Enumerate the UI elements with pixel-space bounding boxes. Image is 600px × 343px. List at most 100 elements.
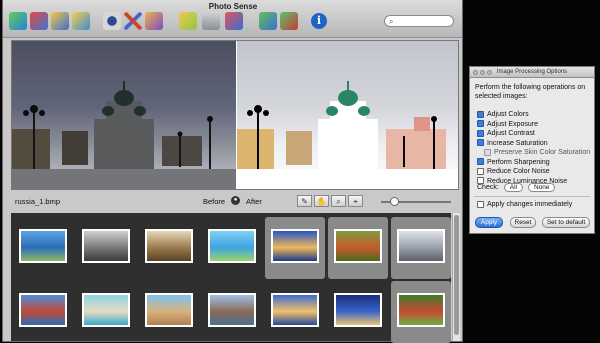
option-label: Increase Saturation — [487, 139, 548, 147]
hand-tool-icon[interactable]: ✋ — [314, 195, 329, 207]
zoom-slider-knob[interactable] — [390, 197, 399, 206]
thumbnail-cell[interactable] — [13, 217, 73, 279]
filters-icon[interactable] — [179, 12, 197, 30]
option-checkbox[interactable] — [477, 139, 484, 147]
thumbnail-cell[interactable] — [265, 281, 325, 343]
search-field[interactable]: ⌕ — [384, 15, 454, 27]
sync-icon[interactable] — [280, 12, 298, 30]
add-images-icon[interactable] — [9, 12, 27, 30]
image-filename: russia_1.bmp — [15, 197, 61, 206]
preview-icon[interactable] — [103, 12, 121, 30]
thumbnail-image[interactable] — [334, 293, 382, 327]
thumbnail-cell[interactable] — [202, 281, 262, 343]
thumbnail-browser[interactable] — [11, 213, 451, 343]
divider — [474, 196, 590, 197]
preview-status-bar: russia_1.bmp Before ● After ✎ ✋ ⌕ ⌖ — [11, 191, 459, 211]
thumbnail-image[interactable] — [145, 293, 193, 327]
check-label: Check: — [477, 184, 499, 191]
option-checkbox[interactable] — [477, 120, 484, 128]
thumbnail-image[interactable] — [271, 229, 319, 263]
thumbnail-image[interactable] — [397, 293, 445, 327]
option-row[interactable]: Perform Sharpening — [477, 158, 550, 167]
after-label: After — [246, 197, 262, 206]
option-checkbox[interactable] — [477, 110, 484, 118]
check-none-button[interactable]: None — [527, 183, 556, 192]
set-to-default-button[interactable]: Set to default — [542, 217, 590, 228]
pen-tool-icon[interactable]: ✎ — [297, 195, 312, 207]
option-row[interactable]: Preserve Skin Color Saturation — [484, 148, 590, 157]
thumbnail-image[interactable] — [82, 293, 130, 327]
option-checkbox[interactable] — [477, 167, 484, 175]
thumbnail-cell[interactable] — [13, 281, 73, 343]
thumbnail-image[interactable] — [82, 229, 130, 263]
thumbnail-image[interactable] — [208, 293, 256, 327]
thumbnail-image[interactable] — [145, 229, 193, 263]
thumbnail-image[interactable] — [397, 229, 445, 263]
options-intro: Perform the following operations on sele… — [475, 84, 586, 100]
scrollbar-thumb[interactable] — [454, 215, 459, 335]
option-checkbox[interactable] — [484, 148, 491, 156]
after-image — [236, 41, 458, 189]
thumbnail-cell[interactable] — [391, 217, 451, 279]
before-after-divider[interactable] — [236, 41, 237, 189]
option-checkbox[interactable] — [477, 129, 484, 137]
before-after-preview[interactable] — [11, 40, 459, 190]
thumbnail-image[interactable] — [19, 293, 67, 327]
options-title: Image Processing Options — [496, 69, 568, 75]
thumbnail-cell[interactable] — [328, 217, 388, 279]
options-titlebar: Image Processing Options — [470, 67, 594, 78]
check-all-button[interactable]: All — [503, 183, 523, 192]
before-label: Before — [203, 197, 226, 206]
crop-tool-icon[interactable]: ⌖ — [348, 195, 363, 207]
export-icon[interactable] — [225, 12, 243, 30]
info-icon[interactable]: i — [311, 13, 327, 29]
before-scene — [12, 81, 236, 189]
check-row: Check: All None — [477, 183, 556, 192]
option-label: Preserve Skin Color Saturation — [494, 149, 591, 156]
thumbnail-cell[interactable] — [139, 281, 199, 343]
thumbnail-cell[interactable] — [202, 217, 262, 279]
window-title: Photo Sense — [208, 2, 258, 11]
open-photos-icon[interactable] — [72, 12, 90, 30]
thumbnail-cell[interactable] — [76, 217, 136, 279]
thumbnail-image[interactable] — [271, 293, 319, 327]
option-row[interactable]: Adjust Colors — [477, 110, 529, 119]
adjustments-icon[interactable] — [202, 12, 220, 30]
batch-icon[interactable] — [30, 12, 48, 30]
apply-immediately-option[interactable]: Apply changes immediately — [477, 200, 572, 209]
option-label: Reduce Color Noise — [487, 168, 550, 175]
option-row[interactable]: Increase Saturation — [477, 139, 548, 148]
zoom-tool-icon[interactable]: ⌕ — [331, 195, 346, 207]
thumbnail-cell[interactable] — [76, 281, 136, 343]
thumbnail-cell[interactable] — [139, 217, 199, 279]
before-image — [12, 41, 236, 189]
reset-button[interactable]: Reset — [510, 217, 536, 228]
option-row[interactable]: Adjust Exposure — [477, 120, 538, 129]
option-label: Adjust Contrast — [487, 130, 535, 137]
option-row[interactable]: Reduce Color Noise — [477, 167, 550, 176]
after-scene — [236, 81, 458, 189]
thumbnail-image[interactable] — [208, 229, 256, 263]
lock-icon[interactable]: ● — [231, 196, 240, 205]
tools-icon[interactable] — [124, 12, 142, 30]
thumbnail-scrollbar[interactable] — [452, 213, 460, 341]
option-checkbox[interactable] — [477, 158, 484, 166]
apply-button[interactable]: Apply — [475, 217, 503, 228]
apply-immediately-checkbox[interactable] — [477, 200, 484, 208]
search-icon: ⌕ — [389, 17, 394, 26]
thumbnail-cell[interactable] — [328, 281, 388, 343]
thumbnail-cell[interactable] — [265, 217, 325, 279]
option-row[interactable]: Adjust Contrast — [477, 129, 535, 138]
toolbar: Photo Sense i ⌕ — [3, 0, 462, 38]
screen: Photo Sense i ⌕ russia_1.bmp Before ● Af… — [0, 0, 600, 343]
thumbnail-cell[interactable] — [391, 281, 451, 343]
share-icon[interactable] — [259, 12, 277, 30]
thumbnail-image[interactable] — [334, 229, 382, 263]
main-window: Photo Sense i ⌕ russia_1.bmp Before ● Af… — [2, 0, 463, 343]
process-icon[interactable] — [145, 12, 163, 30]
option-label: Adjust Exposure — [487, 120, 538, 128]
option-label: Perform Sharpening — [487, 158, 550, 166]
open-folder-icon[interactable] — [51, 12, 69, 30]
zoom-slider[interactable] — [381, 197, 451, 206]
thumbnail-image[interactable] — [19, 229, 67, 263]
